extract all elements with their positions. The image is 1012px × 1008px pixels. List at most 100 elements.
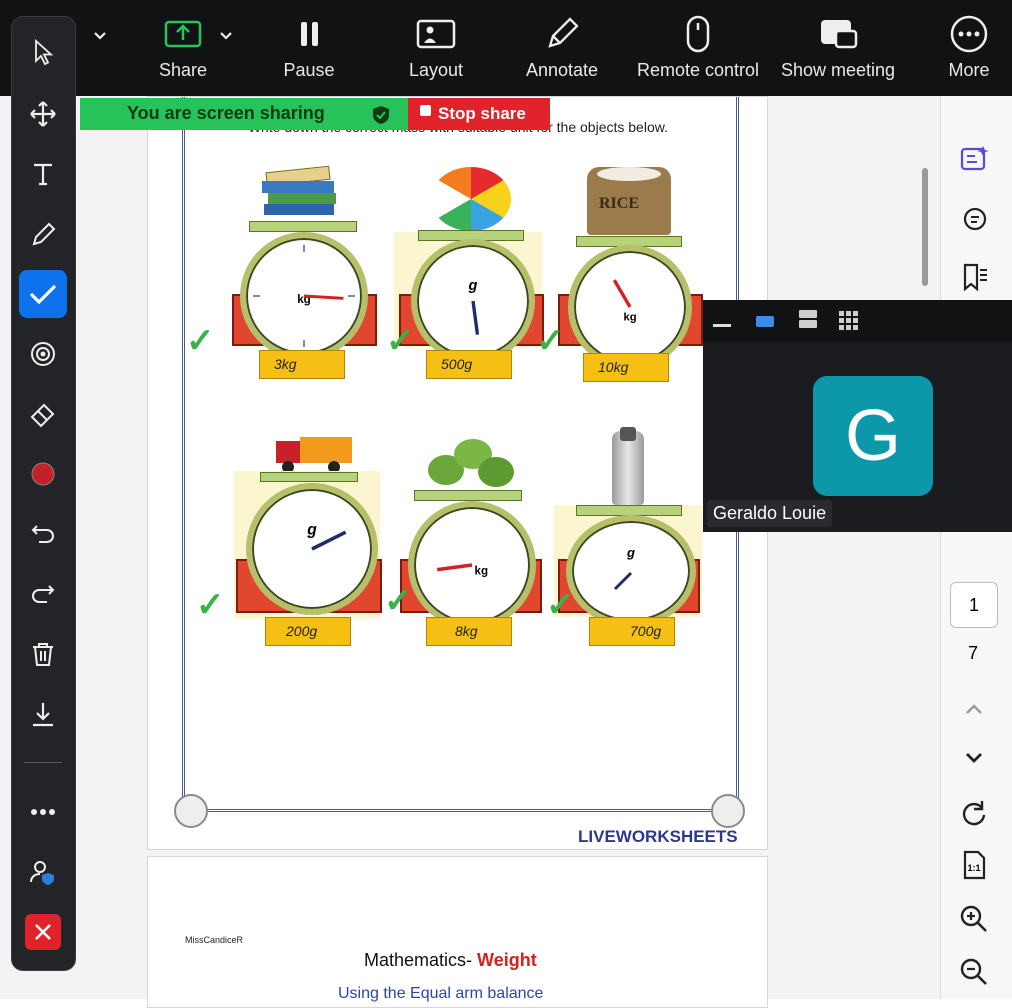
grid-view-icon[interactable] (838, 310, 860, 330)
avatar: G (813, 376, 933, 496)
page-title-accent: Weight (477, 950, 537, 970)
books-image (262, 165, 342, 217)
page-subtitle: Using the Equal arm balance (338, 985, 544, 1002)
chevron-up-icon[interactable] (957, 692, 991, 726)
strip-view-icon[interactable] (799, 310, 817, 328)
more-icon[interactable] (28, 797, 58, 827)
page-title-prefix: Mathematics- (364, 950, 478, 970)
svg-text:1:1: 1:1 (967, 863, 980, 873)
page-title: Mathematics- Weight (364, 950, 537, 971)
share-label: Share (158, 60, 208, 80)
show-meeting-button[interactable]: Show meeting (774, 14, 902, 81)
more-button[interactable]: More (940, 14, 998, 81)
liveworksheets-logo: LIVEWORKSHEETS (578, 827, 738, 846)
rice-sack-image: RICE (587, 167, 671, 235)
eraser-icon[interactable] (28, 399, 58, 429)
answer-text: 200g (286, 623, 318, 639)
share-icon (164, 20, 202, 48)
trash-icon[interactable] (28, 639, 58, 669)
chevron-down-icon[interactable] (957, 740, 991, 774)
chevron-down-icon[interactable] (92, 28, 108, 44)
svg-text:g: g (626, 545, 635, 560)
answer-text: 500g (441, 356, 473, 372)
frame-ring-left (174, 794, 208, 828)
sharing-status-banner: You are screen sharing (80, 98, 408, 130)
check-mark: ✓ (196, 586, 225, 624)
participant-icon[interactable] (28, 857, 58, 887)
check-mark: ✓ (386, 322, 415, 360)
stop-share-label: Stop share (438, 104, 526, 123)
stop-share-button[interactable]: Stop share (408, 98, 550, 130)
save-icon[interactable] (28, 699, 58, 729)
answer-box[interactable]: 3kg (259, 350, 345, 379)
layout-label: Layout (408, 60, 464, 80)
svg-text:g: g (306, 522, 317, 539)
author-label: MissCandiceR (185, 935, 244, 945)
mouse-icon (686, 15, 710, 53)
scrollbar-thumb[interactable] (922, 168, 928, 286)
minimize-icon[interactable] (713, 324, 731, 327)
fit-page-icon[interactable]: 1:1 (957, 848, 991, 882)
answer-box[interactable]: 700g (589, 617, 675, 646)
show-meeting-icon (821, 20, 858, 49)
check-mark: ✓ (384, 582, 413, 620)
answer-box[interactable]: 8kg (426, 617, 512, 646)
answer-box[interactable]: 500g (426, 350, 512, 379)
remote-control-button[interactable]: Remote control (630, 14, 766, 81)
scale-dial-kg: kg (240, 232, 368, 360)
zoom-in-icon[interactable] (957, 902, 991, 936)
answer-box[interactable]: 10kg (583, 353, 669, 382)
pause-button[interactable]: Pause (276, 14, 342, 81)
video-tile-header (703, 300, 1012, 342)
layout-button[interactable]: Layout (396, 14, 476, 81)
color-icon[interactable] (28, 459, 58, 489)
shield-check-icon (373, 106, 389, 124)
scale-platform (249, 221, 357, 232)
scale-dial-g: g (411, 239, 535, 363)
scale-platform (414, 490, 522, 501)
scale-platform (260, 472, 358, 482)
page-total: 7 (967, 643, 978, 663)
rotate-icon[interactable] (957, 796, 991, 830)
pen-icon[interactable] (28, 219, 58, 249)
undo-icon[interactable] (28, 519, 58, 549)
select-icon[interactable] (28, 37, 58, 67)
stop-icon (420, 105, 431, 116)
check-mark: ✓ (546, 586, 575, 624)
comment-icon[interactable] (957, 203, 991, 237)
bookmark-icon[interactable] (957, 260, 991, 294)
check-mark: ✓ (186, 322, 215, 360)
frame-ring-right (711, 794, 745, 828)
participant-name: Geraldo Louie (707, 500, 833, 527)
move-icon[interactable] (28, 99, 58, 129)
svg-text:kg: kg (623, 311, 636, 323)
pencil-icon (548, 17, 579, 48)
speaker-view-icon[interactable] (756, 316, 774, 327)
annotate-button[interactable]: Annotate (518, 14, 606, 81)
answer-text: 10kg (598, 359, 629, 375)
annotation-toolbar (11, 16, 76, 971)
toolbar-divider (24, 762, 62, 763)
toy-truck-image (276, 437, 354, 473)
stamp-tool-button[interactable] (19, 270, 67, 318)
close-annotation-button[interactable] (25, 914, 61, 950)
share-options-chevron-icon[interactable] (218, 28, 234, 44)
answer-box[interactable]: 200g (265, 617, 351, 646)
share-button[interactable]: Share (150, 14, 216, 81)
meeting-toolbar: Share Pause Layout Annotate Remote contr… (0, 0, 1012, 96)
spotlight-icon[interactable] (28, 339, 58, 369)
ai-summary-icon[interactable] (957, 142, 991, 176)
scale-dial-kg: kg (408, 501, 536, 629)
annotate-label: Annotate (525, 60, 599, 80)
check-mark: ✓ (536, 322, 565, 360)
text-icon[interactable] (28, 159, 58, 189)
pause-label: Pause (283, 60, 335, 80)
show-meeting-label: Show meeting (780, 60, 896, 80)
scale-dial-kg: kg (568, 245, 692, 369)
answer-text: 8kg (455, 623, 478, 639)
svg-text:kg: kg (475, 564, 489, 577)
redo-icon[interactable] (28, 579, 58, 609)
page-number-input[interactable]: 1 (950, 582, 998, 628)
mangoes-image (428, 437, 518, 489)
zoom-out-icon[interactable] (957, 955, 991, 989)
